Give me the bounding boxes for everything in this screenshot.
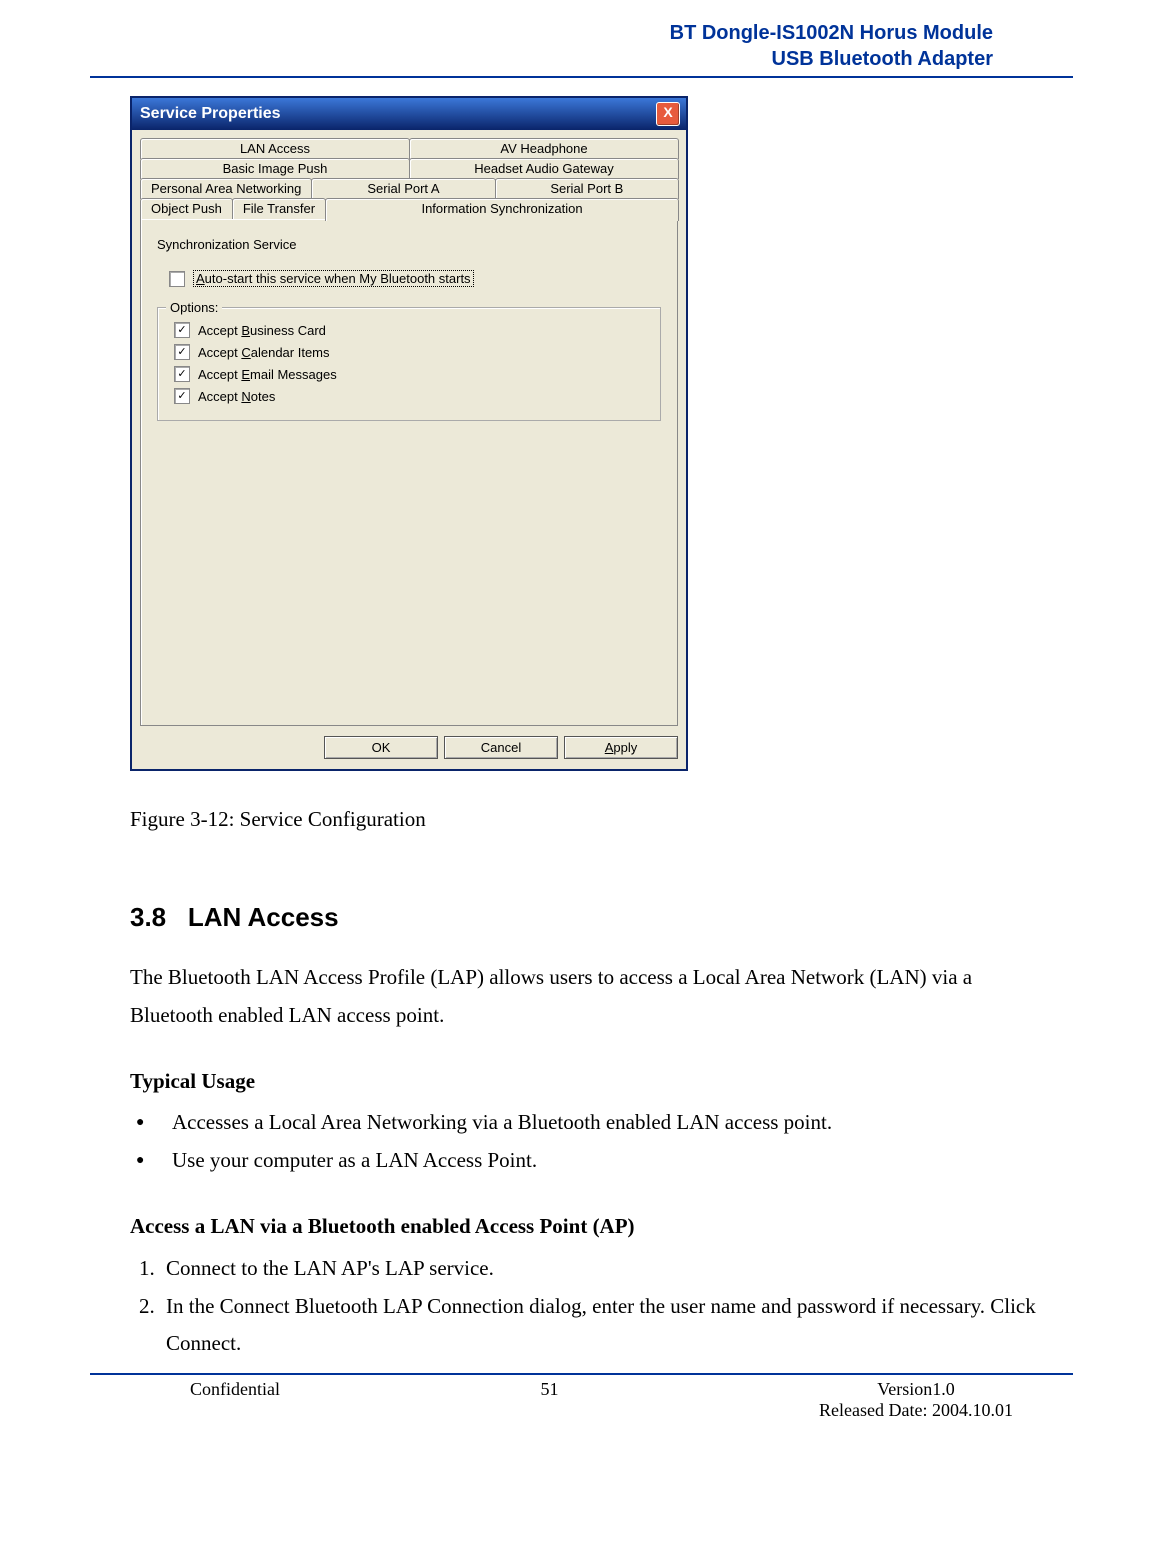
footer-right: Version1.0 Released Date: 2004.10.01: [819, 1379, 1013, 1421]
tab-serial-a[interactable]: Serial Port A: [311, 178, 495, 199]
cancel-button[interactable]: Cancel: [444, 736, 558, 759]
service-title: Synchronization Service: [157, 237, 665, 252]
option-email-messages[interactable]: ✓ Accept Email Messages: [174, 366, 650, 382]
dialog-window: Service Properties X LAN Access AV Headp…: [130, 96, 688, 771]
list-item: Accesses a Local Area Networking via a B…: [130, 1104, 1073, 1142]
tab-page: Synchronization Service Auto-start this …: [140, 218, 678, 726]
page-header: BT Dongle-IS1002N Horus Module USB Bluet…: [90, 20, 1073, 72]
typical-usage-heading: Typical Usage: [130, 1063, 1013, 1101]
footer-left: Confidential: [190, 1379, 280, 1421]
tab-av-headphone[interactable]: AV Headphone: [409, 138, 679, 159]
label-email-messages: Accept Email Messages: [198, 367, 337, 382]
options-fieldset: Options: ✓ Accept Business Card ✓ Accept…: [157, 307, 661, 421]
checkbox-email-messages[interactable]: ✓: [174, 366, 190, 382]
tab-lan-access[interactable]: LAN Access: [140, 138, 410, 159]
dialog-body: LAN Access AV Headphone Basic Image Push…: [132, 130, 686, 769]
tab-file-transfer[interactable]: File Transfer: [232, 198, 326, 219]
header-line1: BT Dongle-IS1002N Horus Module: [90, 20, 993, 46]
dialog-button-row: OK Cancel Apply: [140, 726, 678, 759]
checkbox-business-card[interactable]: ✓: [174, 322, 190, 338]
tab-serial-b[interactable]: Serial Port B: [495, 178, 679, 199]
label-calendar-items: Accept Calendar Items: [198, 345, 330, 360]
dialog-screenshot: Service Properties X LAN Access AV Headp…: [130, 96, 688, 771]
close-button[interactable]: X: [656, 102, 680, 126]
header-line2: USB Bluetooth Adapter: [90, 46, 993, 72]
option-notes[interactable]: ✓ Accept Notes: [174, 388, 650, 404]
header-divider: [90, 76, 1073, 78]
page-footer: Confidential 51 Version1.0 Released Date…: [90, 1379, 1073, 1421]
figure-caption: Figure 3-12: Service Configuration: [130, 807, 1073, 832]
section-heading: 3.8 LAN Access: [130, 902, 1073, 933]
dialog-title: Service Properties: [140, 105, 281, 123]
dialog-titlebar[interactable]: Service Properties X: [132, 98, 686, 130]
apply-button[interactable]: Apply: [564, 736, 678, 759]
label-business-card: Accept Business Card: [198, 323, 326, 338]
checkbox-notes[interactable]: ✓: [174, 388, 190, 404]
steps-list: Connect to the LAN AP's LAP service. In …: [130, 1250, 1073, 1363]
section-title: LAN Access: [188, 902, 339, 932]
tab-info-sync[interactable]: Information Synchronization: [325, 198, 679, 221]
access-heading: Access a LAN via a Bluetooth enabled Acc…: [130, 1208, 1013, 1246]
tab-stack: LAN Access AV Headphone Basic Image Push…: [140, 138, 678, 726]
section-intro: The Bluetooth LAN Access Profile (LAP) a…: [130, 959, 1013, 1035]
ok-button[interactable]: OK: [324, 736, 438, 759]
autostart-checkbox[interactable]: [169, 271, 185, 287]
section-number: 3.8: [130, 902, 166, 932]
tab-headset-audio-gateway[interactable]: Headset Audio Gateway: [409, 158, 679, 179]
close-icon: X: [663, 104, 672, 120]
checkbox-calendar-items[interactable]: ✓: [174, 344, 190, 360]
tab-basic-image-push[interactable]: Basic Image Push: [140, 158, 410, 179]
option-calendar-items[interactable]: ✓ Accept Calendar Items: [174, 344, 650, 360]
bullet-list: Accesses a Local Area Networking via a B…: [130, 1104, 1073, 1180]
list-item: In the Connect Bluetooth LAP Connection …: [160, 1288, 1073, 1364]
autostart-row[interactable]: Auto-start this service when My Bluetoot…: [169, 270, 665, 287]
option-business-card[interactable]: ✓ Accept Business Card: [174, 322, 650, 338]
footer-divider: [90, 1373, 1073, 1375]
list-item: Use your computer as a LAN Access Point.: [130, 1142, 1073, 1180]
autostart-label: Auto-start this service when My Bluetoot…: [193, 270, 474, 287]
label-notes: Accept Notes: [198, 389, 275, 404]
footer-page-number: 51: [541, 1379, 559, 1421]
tab-object-push[interactable]: Object Push: [140, 198, 233, 219]
list-item: Connect to the LAN AP's LAP service.: [160, 1250, 1073, 1288]
tab-pan[interactable]: Personal Area Networking: [140, 178, 312, 199]
options-legend: Options:: [166, 300, 222, 315]
